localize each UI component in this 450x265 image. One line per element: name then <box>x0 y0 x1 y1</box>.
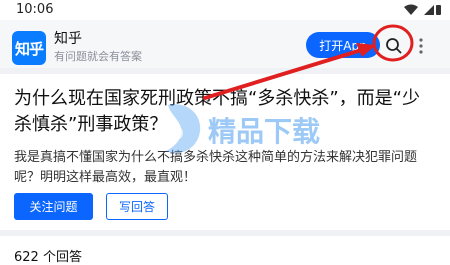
open-app-button[interactable]: 打开App <box>306 32 380 58</box>
app-subtitle: 有问题就会有答案 <box>54 50 142 63</box>
follow-question-button[interactable]: 关注问题 <box>14 193 93 220</box>
wifi-icon <box>404 4 418 15</box>
status-bar: 10:06 <box>0 0 450 20</box>
watermark-text: 精品下载 <box>208 115 320 148</box>
write-answer-button[interactable]: 写回答 <box>106 193 168 220</box>
status-icons <box>404 4 441 15</box>
app-logo[interactable]: 知乎 <box>12 31 46 65</box>
status-time: 10:06 <box>16 2 54 17</box>
section-divider <box>0 68 450 74</box>
section-divider <box>0 230 450 236</box>
watermark-logo: 精品下载 <box>166 104 320 153</box>
search-icon[interactable] <box>384 36 404 56</box>
app-name: 知乎 <box>54 31 82 47</box>
app-header: 知乎 知乎 有问题就会有答案 <box>0 20 450 68</box>
battery-icon <box>436 5 441 15</box>
signal-icon <box>424 5 434 15</box>
more-vertical-icon[interactable] <box>416 36 426 56</box>
answer-count: 622 个回答 <box>14 250 82 265</box>
